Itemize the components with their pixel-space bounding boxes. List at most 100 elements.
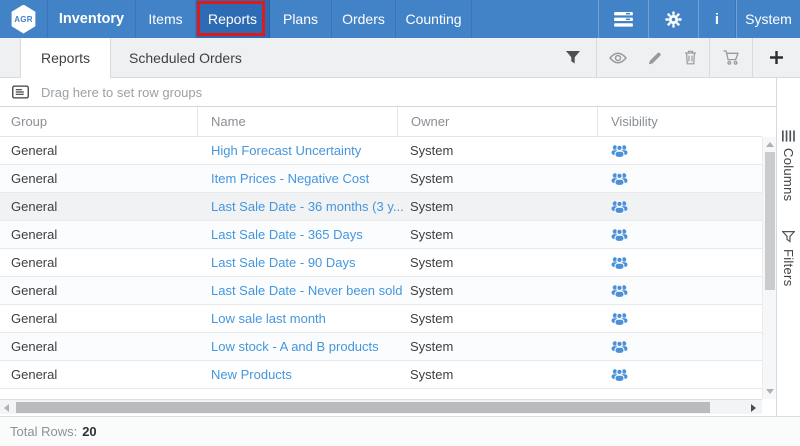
report-name-link[interactable]: Last Sale Date - 36 months (3 y... bbox=[211, 199, 404, 214]
tool-panel-tabs: Columns Filters bbox=[776, 78, 800, 416]
users-icon bbox=[611, 284, 628, 298]
cell-visibility bbox=[597, 305, 762, 332]
cell-group: General bbox=[0, 221, 197, 248]
system-menu[interactable]: System bbox=[736, 0, 800, 38]
cart-button[interactable] bbox=[710, 38, 752, 77]
scroll-left-arrow-icon[interactable] bbox=[4, 404, 9, 412]
report-name-link[interactable]: Low sale last month bbox=[211, 311, 326, 326]
agr-logo[interactable]: AGR bbox=[0, 0, 48, 38]
eye-icon bbox=[609, 52, 627, 64]
system-label: System bbox=[745, 11, 792, 27]
gear-icon bbox=[665, 11, 682, 28]
users-icon bbox=[611, 256, 628, 270]
tab-label: Scheduled Orders bbox=[129, 50, 242, 66]
cell-name: High Forecast Uncertainty bbox=[197, 137, 397, 164]
app-window: AGR Inventory Items Reports Plans Orders… bbox=[0, 0, 800, 446]
preview-button[interactable] bbox=[597, 38, 639, 77]
report-name-link[interactable]: Low stock - A and B products bbox=[211, 339, 379, 354]
pencil-icon bbox=[648, 51, 662, 65]
nav-item-inventory[interactable]: Inventory bbox=[48, 0, 136, 38]
nav-item-label: Counting bbox=[405, 11, 461, 27]
report-name-link[interactable]: Last Sale Date - 90 Days bbox=[211, 255, 356, 270]
filter-icon bbox=[566, 51, 580, 64]
nav-item-plans[interactable]: Plans bbox=[270, 0, 332, 38]
users-icon bbox=[611, 144, 628, 158]
cell-group: General bbox=[0, 277, 197, 304]
filter-button[interactable] bbox=[550, 38, 596, 77]
info-button[interactable]: i bbox=[698, 0, 736, 38]
cell-name: Last Sale Date - 36 months (3 y... bbox=[197, 193, 397, 220]
cell-owner: System bbox=[397, 249, 597, 276]
cell-name: New Products bbox=[197, 361, 397, 388]
server-button[interactable] bbox=[598, 0, 648, 38]
row-groups-icon bbox=[12, 85, 29, 99]
nav-item-label: Orders bbox=[342, 11, 385, 27]
row-group-placeholder: Drag here to set row groups bbox=[41, 85, 202, 100]
cell-owner: System bbox=[397, 221, 597, 248]
server-icon bbox=[614, 12, 633, 27]
nav-item-orders[interactable]: Orders bbox=[332, 0, 396, 38]
cell-visibility bbox=[597, 137, 762, 164]
nav-item-counting[interactable]: Counting bbox=[396, 0, 472, 38]
settings-button[interactable] bbox=[648, 0, 698, 38]
table-row[interactable]: General Last Sale Date - 365 Days System bbox=[0, 221, 762, 249]
nav-item-items[interactable]: Items bbox=[136, 0, 196, 38]
column-header-owner[interactable]: Owner bbox=[397, 107, 597, 136]
scroll-down-arrow-icon[interactable] bbox=[766, 389, 774, 394]
report-name-link[interactable]: Last Sale Date - Never been sold bbox=[211, 283, 403, 298]
horizontal-scrollbar[interactable] bbox=[0, 399, 762, 414]
cell-owner: System bbox=[397, 165, 597, 192]
table-row[interactable]: General Low stock - A and B products Sys… bbox=[0, 333, 762, 361]
cell-group: General bbox=[0, 249, 197, 276]
cell-visibility bbox=[597, 277, 762, 304]
vertical-scrollbar-thumb[interactable] bbox=[765, 152, 775, 290]
table-row[interactable]: General New Products System bbox=[0, 361, 762, 389]
tool-panel-tab-filters[interactable]: Filters bbox=[781, 231, 796, 287]
report-name-link[interactable]: High Forecast Uncertainty bbox=[211, 143, 361, 158]
report-toolbar bbox=[550, 38, 800, 77]
column-header-name[interactable]: Name bbox=[197, 107, 397, 136]
cell-group: General bbox=[0, 137, 197, 164]
cell-owner: System bbox=[397, 277, 597, 304]
table-row[interactable]: General High Forecast Uncertainty System bbox=[0, 137, 762, 165]
scroll-up-arrow-icon[interactable] bbox=[766, 142, 774, 147]
table-row[interactable]: General Item Prices - Negative Cost Syst… bbox=[0, 165, 762, 193]
tool-panel-tab-columns[interactable]: Columns bbox=[781, 130, 796, 201]
row-group-drop-zone[interactable]: Drag here to set row groups bbox=[0, 78, 776, 107]
horizontal-scrollbar-thumb[interactable] bbox=[16, 402, 710, 413]
cell-group: General bbox=[0, 305, 197, 332]
tab-reports[interactable]: Reports bbox=[20, 38, 111, 78]
cell-name: Last Sale Date - 365 Days bbox=[197, 221, 397, 248]
columns-icon bbox=[782, 130, 795, 142]
cell-name: Low sale last month bbox=[197, 305, 397, 332]
nav-item-reports[interactable]: Reports bbox=[196, 0, 270, 38]
report-name-link[interactable]: Last Sale Date - 365 Days bbox=[211, 227, 363, 242]
column-header-visibility[interactable]: Visibility bbox=[597, 107, 762, 136]
total-rows-value: 20 bbox=[82, 424, 96, 439]
scroll-right-arrow-icon[interactable] bbox=[751, 404, 756, 412]
table-row[interactable]: General Last Sale Date - 36 months (3 y.… bbox=[0, 193, 762, 221]
report-name-link[interactable]: Item Prices - Negative Cost bbox=[211, 171, 369, 186]
status-bar: Total Rows: 20 bbox=[0, 416, 800, 446]
report-name-link[interactable]: New Products bbox=[211, 367, 292, 382]
info-icon: i bbox=[715, 11, 719, 28]
table-row[interactable]: General Last Sale Date - Never been sold… bbox=[0, 277, 762, 305]
edit-button[interactable] bbox=[639, 38, 671, 77]
cell-visibility bbox=[597, 333, 762, 360]
column-header-group[interactable]: Group bbox=[0, 107, 197, 136]
plus-icon bbox=[770, 51, 783, 64]
navbar-spacer bbox=[472, 0, 598, 38]
cell-visibility bbox=[597, 193, 762, 220]
users-icon bbox=[611, 172, 628, 186]
filter-outline-icon bbox=[782, 231, 795, 243]
tab-scheduled-orders[interactable]: Scheduled Orders bbox=[111, 38, 260, 77]
cell-name: Last Sale Date - Never been sold bbox=[197, 277, 397, 304]
tab-bar: Reports Scheduled Orders bbox=[0, 38, 800, 78]
vertical-scrollbar[interactable] bbox=[762, 137, 776, 399]
delete-button[interactable] bbox=[671, 38, 709, 77]
cell-owner: System bbox=[397, 305, 597, 332]
add-button[interactable] bbox=[753, 38, 800, 77]
table-row[interactable]: General Last Sale Date - 90 Days System bbox=[0, 249, 762, 277]
agr-logo-text: AGR bbox=[14, 15, 32, 24]
table-row[interactable]: General Low sale last month System bbox=[0, 305, 762, 333]
